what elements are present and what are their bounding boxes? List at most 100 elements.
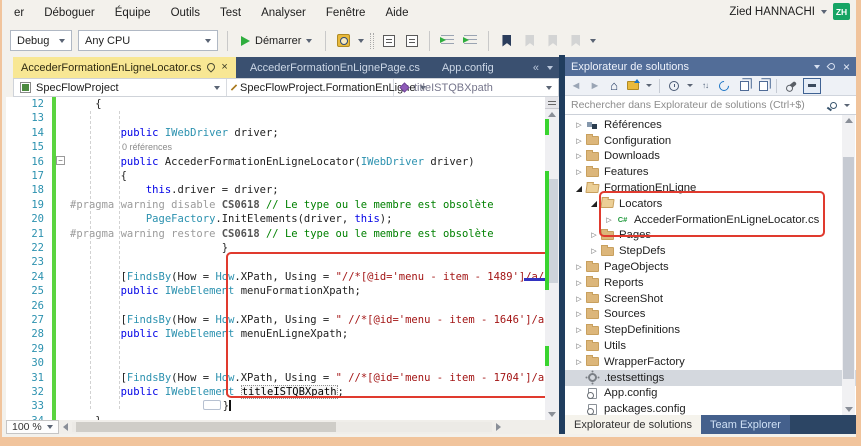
tree-expander-icon[interactable]: ▷ (573, 358, 585, 366)
tree-expander-icon[interactable]: ▷ (588, 231, 600, 239)
tree-expander-icon[interactable]: ▷ (588, 247, 600, 255)
solution-search-box[interactable]: Rechercher dans Explorateur de solutions… (565, 96, 856, 115)
tree-item[interactable]: packages.config (565, 401, 856, 415)
decrease-indent-icon[interactable] (439, 32, 456, 49)
tree-expander-icon[interactable]: ◢ (573, 184, 585, 193)
code-line[interactable]: public IWebElement titleISTQBXpath; (70, 385, 344, 399)
splitter-handle[interactable] (545, 97, 559, 109)
tree-item[interactable]: ▷ Pages (565, 228, 856, 244)
code-line[interactable]: public IWebElement menuFormationXpath; (70, 284, 361, 298)
document-tab[interactable]: App.config (434, 57, 502, 78)
code-line[interactable]: PageFactory.InitElements(driver, this); (70, 212, 393, 226)
code-line[interactable]: public AccederFormationEnLigneLocator(IW… (70, 155, 475, 169)
tree-vertical-scrollbar[interactable] (842, 115, 855, 415)
dropdown-caret-icon[interactable] (687, 84, 693, 87)
member-dropdown[interactable]: titleISTQBXpath (394, 79, 558, 96)
account-area[interactable]: Zied HANNACHI ZH (729, 3, 850, 20)
outline-collapse-icon[interactable]: − (56, 156, 65, 165)
type-dropdown[interactable]: SpecFlowProject.FormationEnLigne (227, 79, 427, 96)
tree-item[interactable]: ▷ WrapperFactory (565, 354, 856, 370)
start-debugging-button[interactable]: Démarrer (237, 30, 316, 52)
code-line[interactable]: this.driver = driver; (70, 183, 279, 197)
window-position-caret-icon[interactable] (813, 64, 820, 69)
preview-selected-items-icon[interactable] (755, 78, 769, 94)
tree-item[interactable]: ▷ StepDefinitions (565, 322, 856, 338)
account-name[interactable]: Zied HANNACHI (729, 6, 815, 18)
forward-icon[interactable]: ► (588, 78, 602, 94)
code-line[interactable]: public IWebDriver driver; (70, 126, 279, 140)
attach-to-process-icon[interactable] (335, 32, 352, 49)
scrollbar-thumb[interactable] (843, 157, 854, 379)
navigate-forward-doc-icon[interactable] (403, 32, 420, 49)
pin-icon[interactable] (205, 60, 218, 73)
tree-item[interactable]: ◢ FormationEnLigne (565, 180, 856, 196)
tree-item[interactable]: ▷ Configuration (565, 133, 856, 149)
tree-expander-icon[interactable]: ▷ (573, 152, 585, 160)
menu-item[interactable]: Équipe (105, 3, 161, 23)
tree-item[interactable]: ▷ StepDefs (565, 243, 856, 259)
pin-icon[interactable] (826, 61, 837, 72)
menu-item[interactable]: er (4, 3, 34, 23)
code-line[interactable]: #pragma warning disable CS0618 // Le typ… (70, 198, 494, 212)
search-icon[interactable] (830, 101, 837, 109)
clear-bookmarks-icon[interactable] (567, 32, 584, 49)
tree-expander-icon[interactable]: ▷ (573, 295, 585, 303)
platform-dropdown[interactable]: Any CPU (78, 30, 218, 51)
scroll-up-icon[interactable] (548, 112, 556, 117)
scroll-down-area[interactable] (545, 409, 559, 420)
zoom-dropdown[interactable]: 100 % (6, 420, 59, 434)
close-icon[interactable]: × (843, 61, 850, 73)
tab-team-explorer[interactable]: Team Explorer (701, 415, 790, 434)
dropdown-caret-icon[interactable] (646, 84, 652, 87)
menu-item[interactable]: Déboguer (34, 3, 105, 23)
code-line[interactable]: { (70, 169, 127, 183)
tree-item[interactable]: .testsettings (565, 369, 856, 386)
tree-item[interactable]: ▷ Sources (565, 307, 856, 323)
tree-expander-icon[interactable]: ▷ (573, 279, 585, 287)
sync-with-active-document-icon[interactable] (626, 78, 640, 94)
menu-item[interactable]: Outils (161, 3, 210, 23)
scroll-right-icon[interactable] (495, 423, 501, 431)
next-bookmark-icon[interactable] (544, 32, 561, 49)
properties-wrench-icon[interactable] (784, 78, 798, 94)
tree-expander-icon[interactable]: ▷ (573, 137, 585, 145)
tab-solution-explorer[interactable]: Explorateur de solutions (565, 415, 702, 434)
code-line[interactable]: #pragma warning restore CS0618 // Le typ… (70, 227, 494, 241)
editor-horizontal-scrollbar[interactable] (71, 422, 492, 432)
scrollbar-thumb[interactable] (75, 422, 336, 432)
back-icon[interactable]: ◄ (569, 78, 583, 94)
toolbar-overflow-caret-icon[interactable] (358, 38, 365, 43)
code-line[interactable]: public IWebElement menuEnLigneXpath; (70, 327, 349, 341)
tree-item[interactable]: ▷ C# AccederFormationEnLigneLocator.cs (565, 212, 856, 228)
tree-item[interactable]: ▷ ScreenShot (565, 291, 856, 307)
scroll-down-icon[interactable] (844, 407, 853, 412)
tree-item[interactable]: ▷ Reports (565, 275, 856, 291)
tree-item[interactable]: ▷ Références (565, 117, 856, 133)
home-icon[interactable]: ⌂ (607, 78, 621, 94)
code-line[interactable]: { (70, 97, 101, 111)
tree-expander-icon[interactable]: ▷ (573, 326, 585, 334)
tree-item[interactable]: ▷ Features (565, 164, 856, 180)
toolbar-overflow-caret-icon[interactable] (590, 38, 597, 43)
sync-icon[interactable]: ↑↓ (698, 78, 712, 94)
dropdown-caret-icon[interactable] (844, 103, 850, 107)
configuration-dropdown[interactable]: Debug (10, 30, 72, 51)
menu-item[interactable]: Aide (375, 3, 418, 23)
menu-item[interactable]: Test (210, 3, 251, 23)
properties-pages-icon[interactable] (736, 78, 750, 94)
increase-indent-icon[interactable] (462, 32, 479, 49)
navigate-backward-doc-icon[interactable] (380, 32, 397, 49)
tree-item[interactable]: ◢ Locators (565, 196, 856, 212)
previous-bookmark-icon[interactable] (521, 32, 538, 49)
collapse-all-icon[interactable] (803, 77, 821, 94)
close-icon[interactable]: × (221, 62, 227, 73)
scroll-left-icon[interactable] (62, 423, 68, 431)
refresh-icon[interactable] (716, 78, 732, 94)
menu-item[interactable]: Analyser (251, 3, 316, 23)
pending-changes-filter-icon[interactable] (667, 78, 681, 94)
tree-expander-icon[interactable]: ◢ (588, 199, 600, 208)
codelens-references[interactable]: 0 références (122, 142, 172, 152)
toolbar-drag-grip[interactable] (370, 32, 375, 49)
document-tab[interactable]: AccederFormationEnLigneLocator.cs × (13, 57, 236, 78)
code-line[interactable]: } (70, 241, 228, 255)
